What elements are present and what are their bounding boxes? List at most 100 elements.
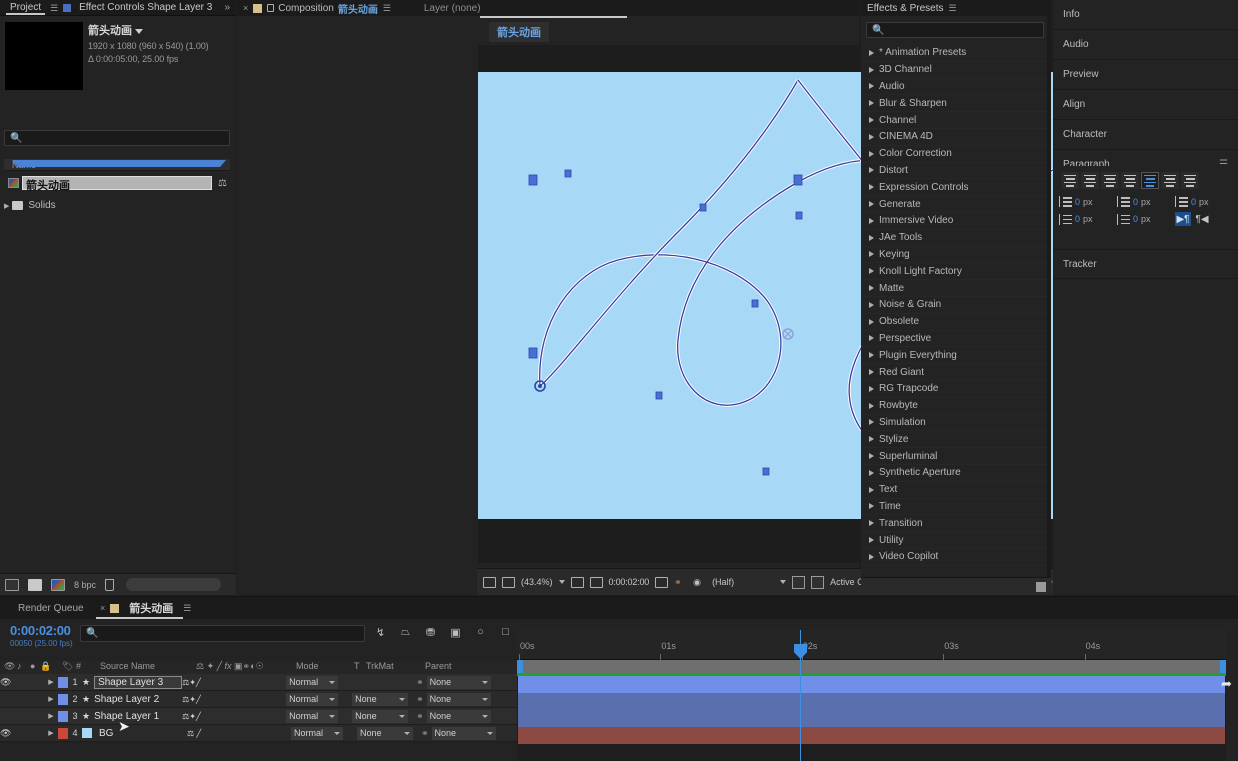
disclosure-triangle-icon[interactable]: ▶ [44, 712, 58, 720]
comp-flowchart-icon[interactable]: ⚖ [218, 178, 227, 189]
disclosure-triangle-icon[interactable] [869, 436, 874, 442]
align-button-justify-all[interactable] [1181, 172, 1199, 189]
hamburger-icon[interactable]: ☰ [183, 604, 192, 612]
resolution-value[interactable]: (Half) [712, 577, 774, 587]
blend-mode-select[interactable]: Normal [291, 727, 343, 740]
effects-search-input[interactable]: 🔍 [866, 22, 1044, 38]
panel-audio[interactable]: Audio [1053, 30, 1238, 60]
indent-field-indent-right[interactable]: 0px [1117, 196, 1175, 207]
video-toggle-icon[interactable]: 👁 [0, 677, 11, 688]
timeline-graph-area[interactable]: 00s01s02s03s04s05s ➦ [517, 630, 1238, 761]
zoom-level-value[interactable]: (43.4%) [521, 577, 553, 587]
project-search-input[interactable]: 🔍 [4, 130, 230, 146]
tab-layer[interactable]: Layer (none) [424, 3, 481, 14]
track-matte-select[interactable]: None [352, 693, 408, 706]
hamburger-icon[interactable]: ☰ [383, 4, 392, 12]
disclosure-triangle-icon[interactable] [869, 67, 874, 73]
parent-column-label[interactable]: Parent [425, 661, 452, 674]
new-effect-icon[interactable] [1036, 582, 1046, 592]
effects-category-item[interactable]: Utility [861, 532, 1047, 549]
motion-blur-icon[interactable]: ○ [474, 625, 487, 639]
effects-category-item[interactable]: * Animation Presets [861, 45, 1047, 62]
disclosure-triangle-icon[interactable] [869, 268, 874, 274]
disclosure-triangle-icon[interactable] [869, 520, 874, 526]
indent-field-space-after[interactable]: 0px [1117, 212, 1175, 226]
effects-category-item[interactable]: Generate [861, 196, 1047, 213]
bit-depth-label[interactable]: 8 bpc [74, 580, 96, 590]
align-button-align-center[interactable] [1081, 172, 1099, 189]
channel-rgb-icon[interactable]: ◉ [693, 577, 706, 588]
parent-select[interactable]: None [427, 710, 491, 723]
disclosure-triangle-icon[interactable]: ▶ [44, 695, 58, 703]
effects-category-item[interactable]: Superluminal [861, 448, 1047, 465]
align-button-align-right[interactable] [1101, 172, 1119, 189]
align-button-justify-last-right[interactable] [1161, 172, 1179, 189]
effects-category-item[interactable]: Perspective [861, 331, 1047, 348]
index-column-label[interactable]: # [76, 661, 81, 674]
list-item-folder[interactable]: ▶ Solids [4, 198, 230, 213]
table-row[interactable]: ▶3★Shape Layer 1⚖✦╱NormalNone⚭None [0, 708, 517, 725]
disclosure-triangle-icon[interactable] [869, 537, 874, 543]
frame-blending-icon[interactable]: ▣ [449, 625, 462, 639]
effects-category-item[interactable]: JAe Tools [861, 230, 1047, 247]
panel-character[interactable]: Character [1053, 120, 1238, 150]
indent-field-space-before[interactable]: 0px [1175, 196, 1233, 207]
preserve-transparency-column-label[interactable]: T [354, 661, 360, 674]
table-row[interactable]: 👁▶1★Shape Layer 3⚖✦╱Normal⚭None [0, 674, 517, 691]
layer-name[interactable]: Shape Layer 2 [94, 694, 182, 705]
effects-category-item[interactable]: Time [861, 499, 1047, 516]
effects-category-item[interactable]: Transition [861, 515, 1047, 532]
parent-pickwhip-icon[interactable]: ⚭ [421, 728, 429, 739]
snapshot-icon[interactable] [655, 577, 668, 588]
paragraph-align-buttons[interactable] [1053, 166, 1238, 193]
paragraph-direction-buttons[interactable]: ▶¶¶◀ [1175, 212, 1233, 226]
align-button-align-left[interactable] [1061, 172, 1079, 189]
effects-category-item[interactable]: Expression Controls [861, 179, 1047, 196]
effects-category-item[interactable]: Video Copilot [861, 549, 1047, 566]
zoom-chevron-icon[interactable] [559, 580, 565, 584]
disclosure-triangle-icon[interactable] [869, 369, 874, 375]
hamburger-icon[interactable]: ☰ [949, 4, 958, 12]
layer-label-swatch[interactable] [58, 711, 68, 722]
interpret-footage-icon[interactable] [5, 579, 19, 591]
disclosure-triangle-icon[interactable] [869, 403, 874, 409]
current-timecode[interactable]: 0:00:02:00 00050 (25.00 fps) [10, 623, 73, 648]
parent-select[interactable]: None [432, 727, 496, 740]
lock-icon[interactable]: 🔒 [40, 661, 51, 674]
timeline-layer-rows[interactable]: 👁▶1★Shape Layer 3⚖✦╱Normal⚭None▶2★Shape … [0, 674, 517, 742]
paragraph-indent-fields[interactable]: 0px0px0px0px0px▶¶¶◀ [1053, 193, 1238, 229]
blend-mode-select[interactable]: Normal [286, 693, 338, 706]
effects-category-item[interactable]: RG Trapcode [861, 381, 1047, 398]
source-name-column-label[interactable]: Source Name [100, 661, 155, 674]
region-of-interest-box-icon[interactable] [792, 576, 805, 589]
indent-field-indent-left[interactable]: 0px [1059, 196, 1117, 207]
disclosure-triangle-icon[interactable] [869, 419, 874, 425]
layer-label-swatch[interactable] [58, 694, 68, 705]
effects-category-item[interactable]: Matte [861, 280, 1047, 297]
effects-category-item[interactable]: Immersive Video [861, 213, 1047, 230]
parent-pickwhip-icon[interactable]: ⚭ [416, 694, 424, 705]
disclosure-triangle-icon[interactable] [869, 151, 874, 157]
layer-label-swatch[interactable] [58, 728, 68, 739]
tab-project[interactable]: Project [6, 2, 45, 13]
draft-3d-icon[interactable]: ⏢ [399, 625, 412, 639]
tab-composition-timeline[interactable]: × 箭头动画 ☰ [100, 600, 192, 616]
close-icon[interactable]: × [243, 3, 248, 13]
disclosure-triangle-icon[interactable] [869, 100, 874, 106]
layer-duration-bar[interactable] [518, 727, 1225, 744]
disclosure-triangle-icon[interactable]: ▶ [4, 202, 9, 210]
align-button-justify-last-left[interactable] [1121, 172, 1139, 189]
disclosure-triangle-icon[interactable] [869, 470, 874, 476]
disclosure-triangle-icon[interactable]: ▶ [44, 729, 58, 737]
tab-effects-presets[interactable]: Effects & Presets [867, 3, 944, 14]
effects-category-item[interactable]: Color Correction [861, 146, 1047, 163]
tab-composition-name[interactable]: 箭头动画 [338, 1, 378, 16]
disclosure-triangle-icon[interactable] [869, 487, 874, 493]
effects-category-item[interactable]: Blur & Sharpen [861, 95, 1047, 112]
effects-category-item[interactable]: Rowbyte [861, 398, 1047, 415]
disclosure-triangle-icon[interactable] [869, 201, 874, 207]
layer-name[interactable]: Shape Layer 3 [94, 676, 182, 689]
effects-category-item[interactable]: Plugin Everything [861, 347, 1047, 364]
effects-category-item[interactable]: Text [861, 482, 1047, 499]
resolution-chevron-icon[interactable] [780, 580, 786, 584]
